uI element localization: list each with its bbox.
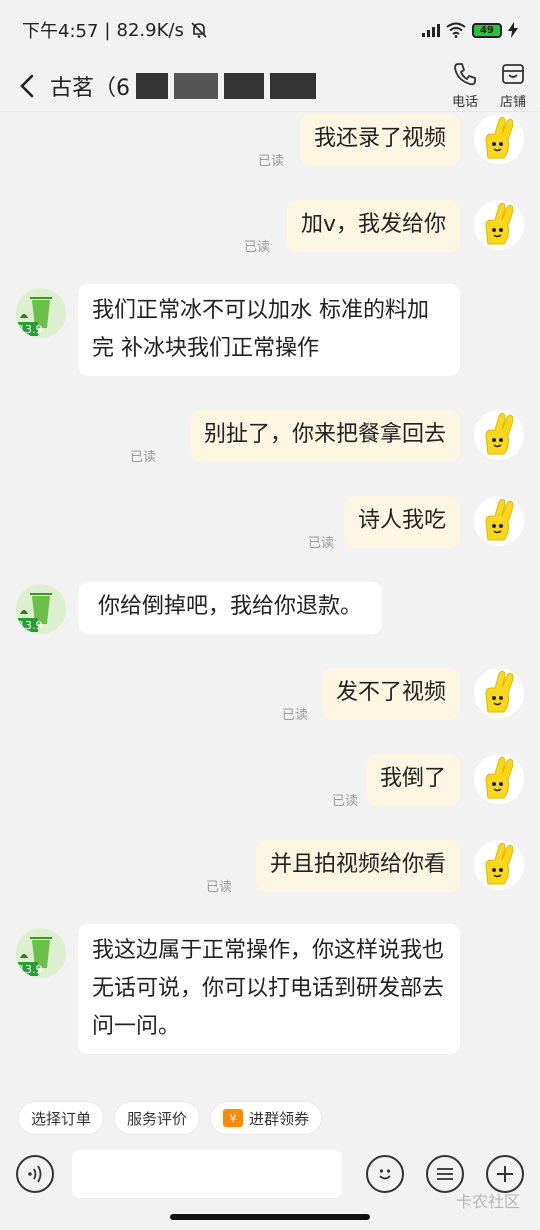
message-bubble-incoming[interactable]: 你给倒掉吧，我给你退款。 bbox=[78, 582, 383, 634]
coupon-icon: ¥ bbox=[223, 1109, 244, 1127]
my-avatar[interactable] bbox=[474, 668, 524, 718]
emoji-icon bbox=[379, 1169, 391, 1180]
read-receipt: 已读 bbox=[129, 450, 156, 465]
network-speed: 82.9K/s bbox=[116, 19, 184, 41]
drink-cup-icon: 13.9 bbox=[16, 584, 66, 634]
shop-avatar[interactable]: 13.9 bbox=[16, 288, 66, 338]
hand-mascot-icon bbox=[485, 670, 514, 713]
my-avatar[interactable] bbox=[474, 410, 524, 460]
store-label: 店铺 bbox=[499, 95, 526, 110]
message-row: 13.9 我们正常冰不可以加水 标准的料加完 补冰块我们正常操作 bbox=[0, 284, 540, 380]
shop-avatar[interactable]: 13.9 bbox=[16, 928, 66, 978]
list-icon bbox=[437, 1168, 453, 1180]
message-bubble-outgoing[interactable]: 别扯了，你来把餐拿回去 bbox=[189, 410, 460, 462]
select-order-button[interactable]: 选择订单 bbox=[18, 1101, 105, 1135]
message-row: 13.9 我这边属于正常操作，你这样说我也无话可说，你可以打电话到研发部去问一问… bbox=[0, 924, 540, 1060]
message-bubble-outgoing[interactable]: 我还录了视频 bbox=[299, 114, 460, 166]
my-avatar[interactable] bbox=[474, 840, 524, 890]
message-row: 已读 别扯了，你来把餐拿回去 bbox=[0, 408, 540, 465]
price-label: 13.9 bbox=[18, 323, 43, 336]
redacted-block bbox=[224, 72, 264, 99]
voice-icon bbox=[28, 1165, 42, 1183]
my-avatar[interactable] bbox=[474, 754, 524, 804]
message-bubble-outgoing[interactable]: 加v，我发给你 bbox=[286, 200, 460, 252]
drink-cup-icon: 13.9 bbox=[16, 928, 66, 978]
voice-button[interactable] bbox=[16, 1155, 54, 1193]
hand-mascot-icon bbox=[485, 498, 514, 541]
chat-header: 古茗（6 电话 店铺 bbox=[0, 60, 540, 112]
chevron-left-icon bbox=[20, 74, 34, 97]
message-bubble-outgoing[interactable]: 诗人我吃 bbox=[343, 496, 460, 548]
back-button[interactable] bbox=[14, 73, 40, 99]
message-row: 已读 我倒了 bbox=[0, 752, 540, 809]
read-receipt: 已读 bbox=[257, 154, 284, 169]
message-bubble-incoming[interactable]: 我这边属于正常操作，你这样说我也无话可说，你可以打电话到研发部去问一问。 bbox=[78, 924, 460, 1054]
battery-icon: 49 bbox=[472, 22, 502, 38]
wifi-icon bbox=[446, 22, 466, 38]
chip-label: 进群领券 bbox=[249, 1109, 310, 1128]
my-avatar[interactable] bbox=[474, 496, 524, 546]
store-button[interactable]: 店铺 bbox=[500, 61, 526, 110]
read-receipt: 已读 bbox=[331, 794, 358, 809]
message-bubble-outgoing[interactable]: 发不了视频 bbox=[321, 668, 460, 720]
plus-icon bbox=[497, 1166, 513, 1182]
read-receipt: 已读 bbox=[243, 240, 270, 255]
price-label: 13.9 bbox=[18, 963, 43, 976]
message-row: 已读 诗人我吃 bbox=[0, 494, 540, 551]
message-bubble-incoming[interactable]: 我们正常冰不可以加水 标准的料加完 补冰块我们正常操作 bbox=[78, 284, 460, 376]
home-indicator[interactable] bbox=[170, 1214, 370, 1220]
read-receipt: 已读 bbox=[205, 880, 232, 895]
hand-mascot-icon bbox=[485, 842, 514, 885]
call-button[interactable]: 电话 bbox=[452, 61, 478, 110]
charging-icon bbox=[508, 22, 518, 38]
message-row: 已读 并且拍视频给你看 bbox=[0, 838, 540, 895]
message-row: 已读 我还录了视频 bbox=[0, 112, 540, 169]
read-receipt: 已读 bbox=[281, 708, 308, 723]
redacted-block bbox=[174, 72, 218, 99]
chat-title: 古茗（6 bbox=[50, 70, 316, 102]
status-bar: 下午4:57 | 82.9K/s 49 bbox=[0, 0, 540, 60]
redacted-block bbox=[270, 72, 316, 99]
message-row: 已读 加v，我发给你 bbox=[0, 198, 540, 255]
message-bubble-outgoing[interactable]: 我倒了 bbox=[365, 754, 460, 806]
battery-level: 49 bbox=[480, 24, 494, 36]
clock: 下午4:57 bbox=[22, 21, 99, 42]
hand-mascot-icon bbox=[485, 756, 514, 799]
my-avatar[interactable] bbox=[474, 114, 524, 164]
mute-bell-icon bbox=[191, 22, 207, 38]
read-receipt: 已读 bbox=[307, 536, 334, 551]
emoji-button[interactable] bbox=[366, 1155, 404, 1193]
watermark: 卡农社区 bbox=[455, 1192, 520, 1211]
price-label: 13.9 bbox=[18, 619, 43, 632]
phone-icon bbox=[454, 63, 476, 86]
hand-mascot-icon bbox=[485, 412, 514, 455]
chip-label: 服务评价 bbox=[127, 1109, 188, 1128]
join-group-coupon-button[interactable]: ¥ 进群领券 bbox=[210, 1101, 323, 1135]
chat-list[interactable]: 已读 我还录了视频 已读 加v，我发给你 13.9 我们正常冰不可以加水 标准的… bbox=[0, 112, 540, 1090]
drink-cup-icon: 13.9 bbox=[16, 288, 66, 338]
redacted-block bbox=[136, 72, 168, 99]
call-label: 电话 bbox=[451, 95, 478, 110]
service-review-button[interactable]: 服务评价 bbox=[114, 1101, 201, 1135]
message-input[interactable] bbox=[72, 1150, 342, 1198]
chat-title-text: 古茗（6 bbox=[50, 75, 130, 101]
message-row: 13.9 你给倒掉吧，我给你退款。 bbox=[0, 580, 540, 636]
hand-mascot-icon bbox=[485, 202, 514, 245]
quick-actions-bar: 选择订单 服务评价 ¥ 进群领券 bbox=[0, 1090, 540, 1146]
message-bubble-outgoing[interactable]: 并且拍视频给你看 bbox=[255, 840, 460, 892]
hand-mascot-icon bbox=[485, 116, 514, 159]
cell-signal-icon bbox=[422, 23, 440, 37]
my-avatar[interactable] bbox=[474, 200, 524, 250]
message-row: 已读 发不了视频 bbox=[0, 666, 540, 723]
chip-label: 选择订单 bbox=[31, 1109, 92, 1128]
store-icon bbox=[502, 64, 524, 84]
status-separator: | bbox=[104, 19, 111, 41]
shop-avatar[interactable]: 13.9 bbox=[16, 584, 66, 634]
